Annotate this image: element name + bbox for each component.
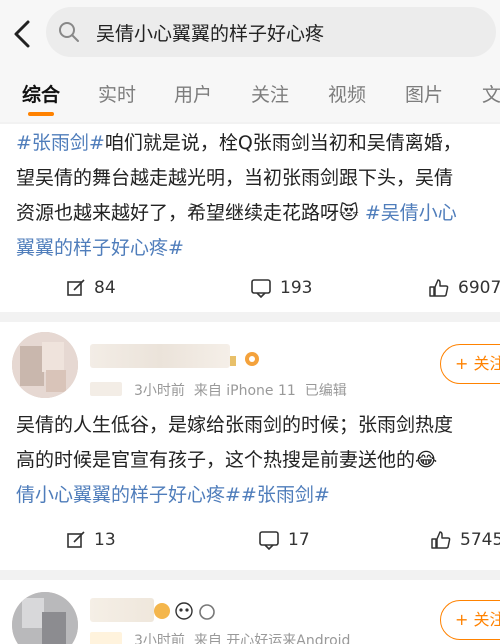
top-bar: 吴倩小心翼翼的样子好心疼: [0, 0, 500, 66]
search-input[interactable]: 吴倩小心翼翼的样子好心疼: [46, 7, 496, 57]
comment-count: 193: [280, 278, 313, 298]
vip-badge-icon: [230, 352, 259, 366]
avatar-blurred-image: [12, 592, 78, 644]
post-meta: 3小时前 来自 开心好运来Android: [134, 630, 350, 644]
hashtag-link[interactable]: #张雨剑#: [16, 132, 105, 154]
post-text-segment: 高的时候是官宣有孩子，这个热搜是前妻送他的😂: [16, 449, 438, 471]
chevron-left-icon: [14, 20, 30, 48]
follow-button[interactable]: + 关注: [440, 344, 500, 384]
search-query: 吴倩小心翼翼的样子好心疼: [96, 23, 325, 45]
hashtag-link[interactable]: #吴倩小心: [365, 202, 457, 224]
tab-realtime[interactable]: 实时: [98, 80, 136, 107]
post-source: 来自 开心好运来Android: [193, 633, 351, 644]
post-text-segment: 吴倩的人生低谷，是嫁给张雨剑的时候；张雨剑热度: [16, 414, 454, 436]
like-button[interactable]: 6907: [428, 268, 500, 308]
username[interactable]: [90, 344, 230, 368]
avatar[interactable]: [12, 592, 78, 644]
repost-count: 13: [94, 530, 116, 550]
post-text-segment: 咱们就是说，栓Q张雨剑当初和吴倩离婚，: [104, 132, 462, 154]
follow-button[interactable]: + 关注: [440, 600, 500, 640]
post-card-3: 3小时前 来自 开心好运来Android + 关注: [0, 580, 500, 644]
hashtag-link[interactable]: 倩小心翼翼的样子好心疼##张雨剑#: [16, 484, 330, 506]
search-icon: [59, 22, 79, 42]
avatar-blurred-image: [12, 332, 78, 398]
comment-icon: [251, 279, 271, 298]
repost-icon: [67, 279, 85, 296]
tab-bar: 综合 实时 用户 关注 视频 图片 文: [0, 66, 500, 122]
tab-comprehensive[interactable]: 综合: [22, 80, 60, 107]
repost-button[interactable]: 13: [66, 520, 116, 560]
post-text-segment: 望吴倩的舞台越走越光明，当初张雨剑跟下头，吴倩: [16, 167, 454, 189]
tab-images[interactable]: 图片: [405, 80, 443, 107]
like-count: 6907: [458, 278, 500, 298]
post-actions: 13 17 5745: [0, 520, 500, 560]
repost-icon: [67, 531, 85, 548]
like-count: 5745: [460, 530, 500, 550]
username[interactable]: [90, 598, 154, 622]
hashtag-link[interactable]: 翼翼的样子好心疼#: [16, 237, 184, 259]
repost-count: 84: [94, 278, 116, 298]
like-button[interactable]: 5745: [430, 520, 500, 560]
tab-users[interactable]: 用户: [174, 80, 212, 107]
comment-count: 17: [288, 530, 310, 550]
thumbs-up-icon: [429, 279, 449, 297]
repost-button[interactable]: 84: [66, 268, 116, 308]
comment-button[interactable]: 193: [250, 268, 312, 308]
member-badge: [90, 632, 122, 644]
post-card-1: #张雨剑#咱们就是说，栓Q张雨剑当初和吴倩离婚， 望吴倩的舞台越走越光明，当初张…: [0, 124, 500, 312]
member-badge: [90, 382, 122, 396]
back-button[interactable]: [8, 14, 38, 54]
post-text-segment: 资源也越来越好了，希望继续走花路呀😻: [16, 202, 365, 224]
emoji-badges-icon: [154, 602, 215, 620]
tab-videos[interactable]: 视频: [328, 80, 366, 107]
tab-following[interactable]: 关注: [251, 80, 289, 107]
post-source: 来自 iPhone 11: [193, 383, 296, 399]
post-text: 吴倩的人生低谷，是嫁给张雨剑的时候；张雨剑热度 高的时候是官宣有孩子，这个热搜是…: [16, 408, 500, 513]
active-tab-indicator: [28, 112, 54, 116]
tab-articles[interactable]: 文: [482, 80, 500, 107]
edited-label: 已编辑: [304, 383, 347, 399]
post-actions: 84 193 6907: [0, 268, 500, 308]
post-text: #张雨剑#咱们就是说，栓Q张雨剑当初和吴倩离婚， 望吴倩的舞台越走越光明，当初张…: [16, 126, 500, 266]
comment-icon: [259, 531, 279, 550]
post-time: 3小时前: [134, 633, 185, 644]
post-card-2: 3小时前 来自 iPhone 11 已编辑 + 关注 吴倩的人生低谷，是嫁给张雨…: [0, 322, 500, 570]
comment-button[interactable]: 17: [258, 520, 310, 560]
post-time: 3小时前: [134, 383, 185, 399]
thumbs-up-icon: [431, 531, 451, 549]
avatar[interactable]: [12, 332, 78, 398]
post-meta: 3小时前 来自 iPhone 11 已编辑: [134, 380, 347, 400]
